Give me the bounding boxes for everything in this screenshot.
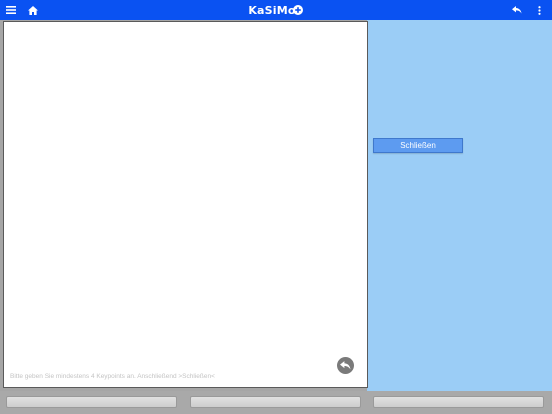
home-icon[interactable] [26,0,40,20]
bottom-button-3[interactable] [373,396,544,408]
more-vertical-icon[interactable] [533,0,545,20]
side-panel [367,20,552,391]
drawing-canvas[interactable]: Bitte geben Sie mindestens 4 Keypoints a… [3,21,368,388]
add-circle-icon[interactable] [292,0,304,20]
undo-arrow-icon[interactable] [510,0,524,20]
undo-button[interactable] [337,357,354,374]
instruction-hint: Bitte geben Sie mindestens 4 Keypoints a… [10,373,215,380]
undo-icon [340,361,351,370]
bottom-button-1[interactable] [6,396,177,408]
bottom-toolbar [0,391,552,414]
app-title-container: KaSiMo [0,0,552,20]
menu-icon[interactable] [4,0,18,20]
app-title: KaSiMo [248,3,296,17]
close-button[interactable]: Schließen [373,138,463,153]
bottom-button-2[interactable] [190,396,361,408]
top-app-bar: KaSiMo [0,0,552,20]
